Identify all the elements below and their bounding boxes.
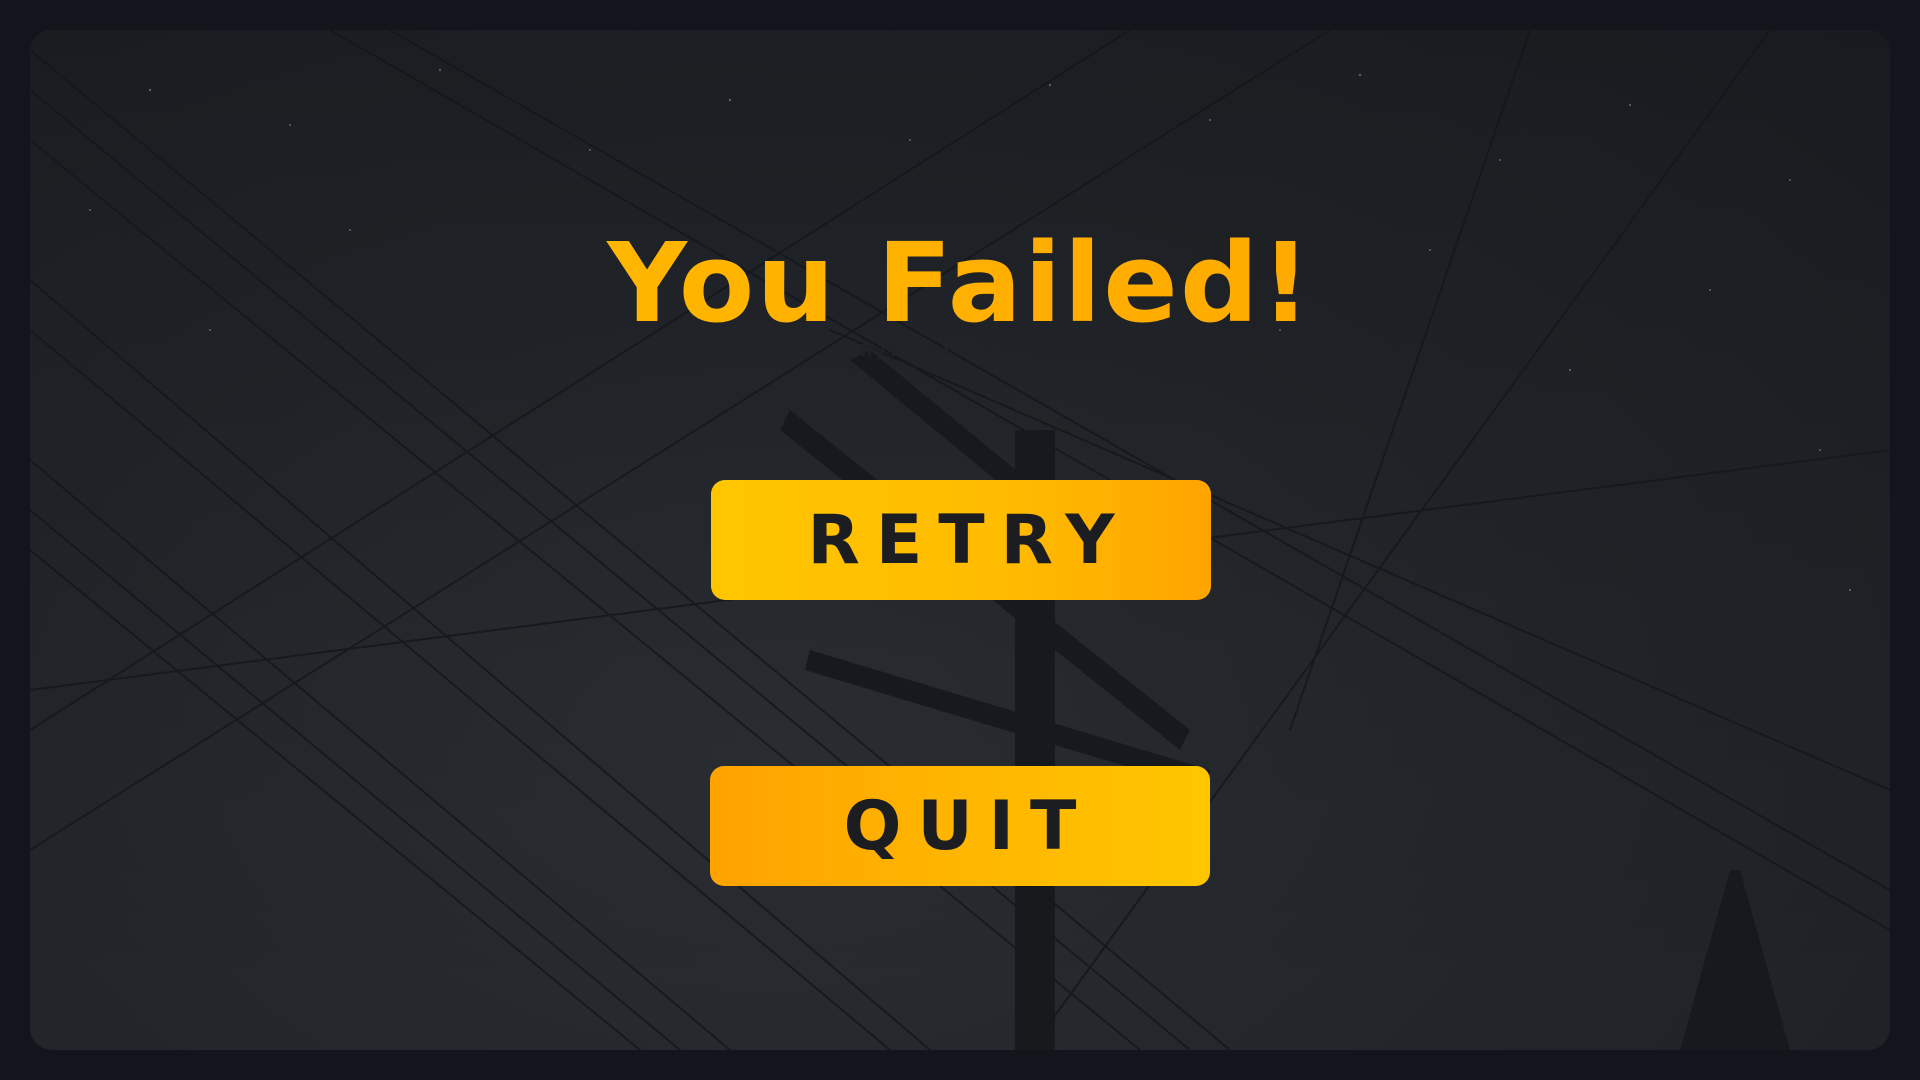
quit-button[interactable]: QUIT bbox=[710, 766, 1210, 886]
quit-button-label: QUIT bbox=[843, 786, 1093, 866]
result-title: You Failed! bbox=[30, 218, 1890, 348]
result-subtitle: Try harder next time :) bbox=[857, 341, 1063, 360]
retry-button[interactable]: RETRY bbox=[711, 480, 1211, 600]
game-over-screen: You Failed! Try harder next time :) RETR… bbox=[30, 30, 1890, 1050]
retry-button-label: RETRY bbox=[807, 500, 1131, 580]
